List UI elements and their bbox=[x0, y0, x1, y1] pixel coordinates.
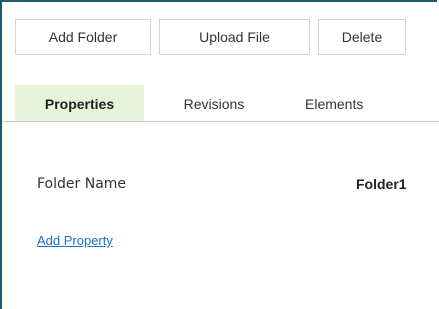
toolbar: Add Folder Upload File Delete bbox=[15, 19, 406, 55]
tab-properties[interactable]: Properties bbox=[15, 85, 144, 122]
delete-button[interactable]: Delete bbox=[318, 19, 406, 55]
tab-elements[interactable]: Elements bbox=[284, 85, 424, 122]
folder-name-value: Folder1 bbox=[356, 176, 407, 192]
tab-revisions[interactable]: Revisions bbox=[144, 85, 284, 122]
tab-divider bbox=[2, 121, 439, 122]
tab-bar: Properties Revisions Elements bbox=[15, 85, 424, 122]
add-property-link[interactable]: Add Property bbox=[37, 233, 113, 248]
upload-file-button[interactable]: Upload File bbox=[159, 19, 310, 55]
add-folder-button[interactable]: Add Folder bbox=[15, 19, 151, 55]
folder-name-label: Folder Name bbox=[37, 176, 127, 192]
